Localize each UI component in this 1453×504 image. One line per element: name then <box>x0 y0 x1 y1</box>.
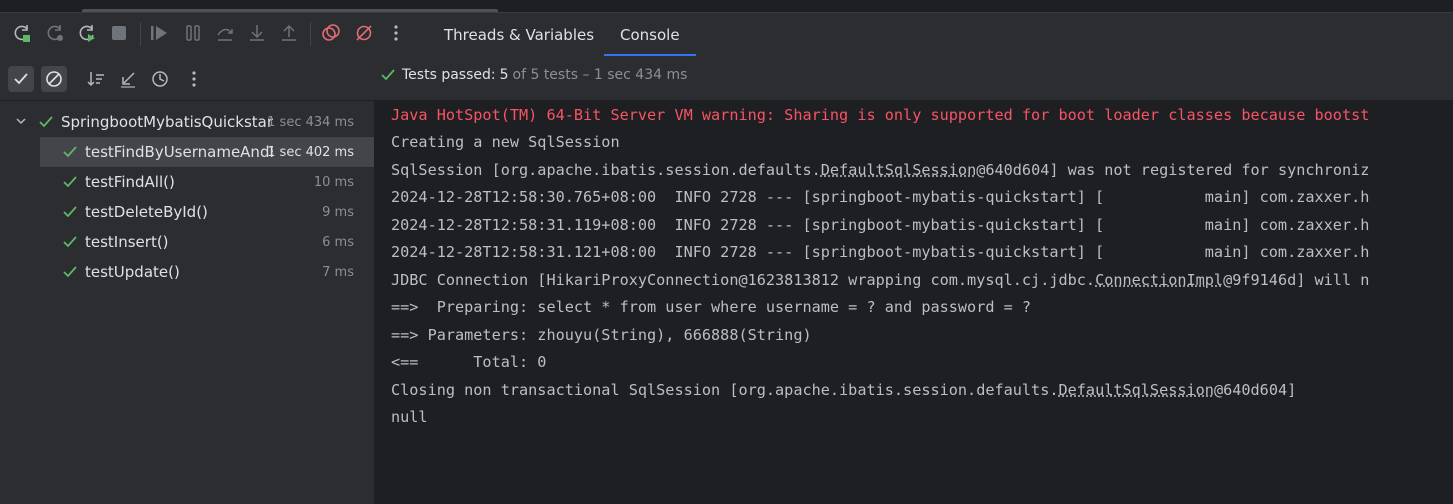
step-out-icon[interactable] <box>278 22 300 44</box>
console-line: Creating a new SqlSession <box>391 133 620 151</box>
toolbar-separator <box>140 22 141 46</box>
test-duration: 7 ms <box>322 264 354 280</box>
test-duration: 9 ms <box>322 204 354 220</box>
more-icon[interactable] <box>181 66 207 92</box>
console-line: <== Total: 0 <box>391 353 547 371</box>
console-line: JDBC Connection [HikariProxyConnection@1… <box>391 267 1369 294</box>
console-line: Closing non transactional SqlSession [or… <box>391 377 1296 404</box>
tree-root-duration: 1 sec 434 ms <box>267 114 354 130</box>
test-row[interactable]: testUpdate() 7 ms <box>0 257 374 287</box>
console-line: null <box>391 408 428 426</box>
console-line: ==> Parameters: zhouyu(String), 666888(S… <box>391 326 812 344</box>
test-duration: 6 ms <box>322 234 354 250</box>
passed-icon <box>63 206 77 218</box>
console-text: Closing non transactional SqlSession [or… <box>391 381 1059 399</box>
resume-icon[interactable] <box>148 22 170 44</box>
test-row[interactable]: testDeleteById() 9 ms <box>0 197 374 227</box>
status-label: Tests passed: <box>402 67 496 83</box>
console-line: SqlSession [org.apache.ibatis.session.de… <box>391 157 1369 184</box>
stop-icon[interactable] <box>108 22 130 44</box>
status-passed-count: 5 <box>499 67 509 83</box>
show-passed-icon[interactable] <box>8 66 34 92</box>
status-summary: of 5 tests – 1 sec 434 ms <box>512 67 688 83</box>
test-label: testUpdate() <box>85 263 180 281</box>
sort-icon[interactable] <box>83 66 109 92</box>
console-text: SqlSession [org.apache.ibatis.session.de… <box>391 161 821 179</box>
console-text: @640d604] was not registered for synchro… <box>976 161 1370 179</box>
console-output[interactable]: Java HotSpot(TM) 64-Bit Server VM warnin… <box>375 101 1453 504</box>
console-line: ==> Preparing: select * from user where … <box>391 298 1032 316</box>
test-label: testFindByUsernameAndF <box>85 143 273 161</box>
check-icon <box>381 69 395 81</box>
rerun-failed-icon[interactable] <box>44 22 66 44</box>
chevron-down-icon[interactable] <box>14 115 28 130</box>
test-row[interactable]: testFindAll() 10 ms <box>0 167 374 197</box>
step-into-icon[interactable] <box>246 22 268 44</box>
pause-icon[interactable] <box>182 22 204 44</box>
passed-icon <box>63 266 77 278</box>
show-ignored-icon[interactable] <box>41 66 67 92</box>
console-line: 2024-12-28T12:58:31.121+08:00 INFO 2728 … <box>391 243 1370 261</box>
test-status: Tests passed: 5 of 5 tests – 1 sec 434 m… <box>380 64 687 86</box>
passed-icon <box>63 146 77 158</box>
test-tree: SpringbootMybatisQuickstar 1 sec 434 ms … <box>0 101 374 504</box>
console-line: 2024-12-28T12:58:31.119+08:00 INFO 2728 … <box>391 216 1370 234</box>
console-line: Java HotSpot(TM) 64-Bit Server VM warnin… <box>391 106 1370 124</box>
view-breakpoints-icon[interactable] <box>320 22 342 44</box>
test-label: testInsert() <box>85 233 169 251</box>
test-row[interactable]: testInsert() 6 ms <box>0 227 374 257</box>
sort-by-duration-icon[interactable] <box>147 66 173 92</box>
passed-icon <box>63 176 77 188</box>
debug-rerun-icon[interactable] <box>76 22 98 44</box>
mute-breakpoints-icon[interactable] <box>353 22 375 44</box>
passed-icon <box>39 116 53 128</box>
rerun-icon[interactable] <box>11 22 33 44</box>
console-link[interactable]: DefaultSqlSession <box>1059 381 1214 399</box>
console-line: 2024-12-28T12:58:30.765+08:00 INFO 2728 … <box>391 188 1370 206</box>
tab-threads-variables[interactable]: Threads & Variables <box>428 14 610 56</box>
step-over-icon[interactable] <box>214 22 236 44</box>
test-label: testDeleteById() <box>85 203 208 221</box>
more-icon[interactable] <box>385 22 407 44</box>
tab-console[interactable]: Console <box>604 14 696 56</box>
console-link[interactable]: ConnectionImpl <box>1095 271 1223 289</box>
console-link[interactable]: DefaultSqlSession <box>821 161 976 179</box>
console-text: @640d604] <box>1213 381 1297 399</box>
tree-root[interactable]: SpringbootMybatisQuickstar 1 sec 434 ms <box>0 107 374 137</box>
test-label: testFindAll() <box>85 173 175 191</box>
console-text: @9f9146d] will n <box>1223 271 1370 289</box>
tree-root-label: SpringbootMybatisQuickstar <box>61 113 273 131</box>
test-duration: 1 sec 402 ms <box>267 144 354 160</box>
collapse-icon[interactable] <box>115 66 141 92</box>
test-runner-toolbar <box>0 57 1453 101</box>
passed-icon <box>63 236 77 248</box>
test-duration: 10 ms <box>313 174 354 190</box>
toolbar-separator <box>310 22 311 46</box>
console-text: JDBC Connection [HikariProxyConnection@1… <box>391 271 1096 289</box>
test-row[interactable]: testFindByUsernameAndF 1 sec 402 ms <box>40 137 374 167</box>
